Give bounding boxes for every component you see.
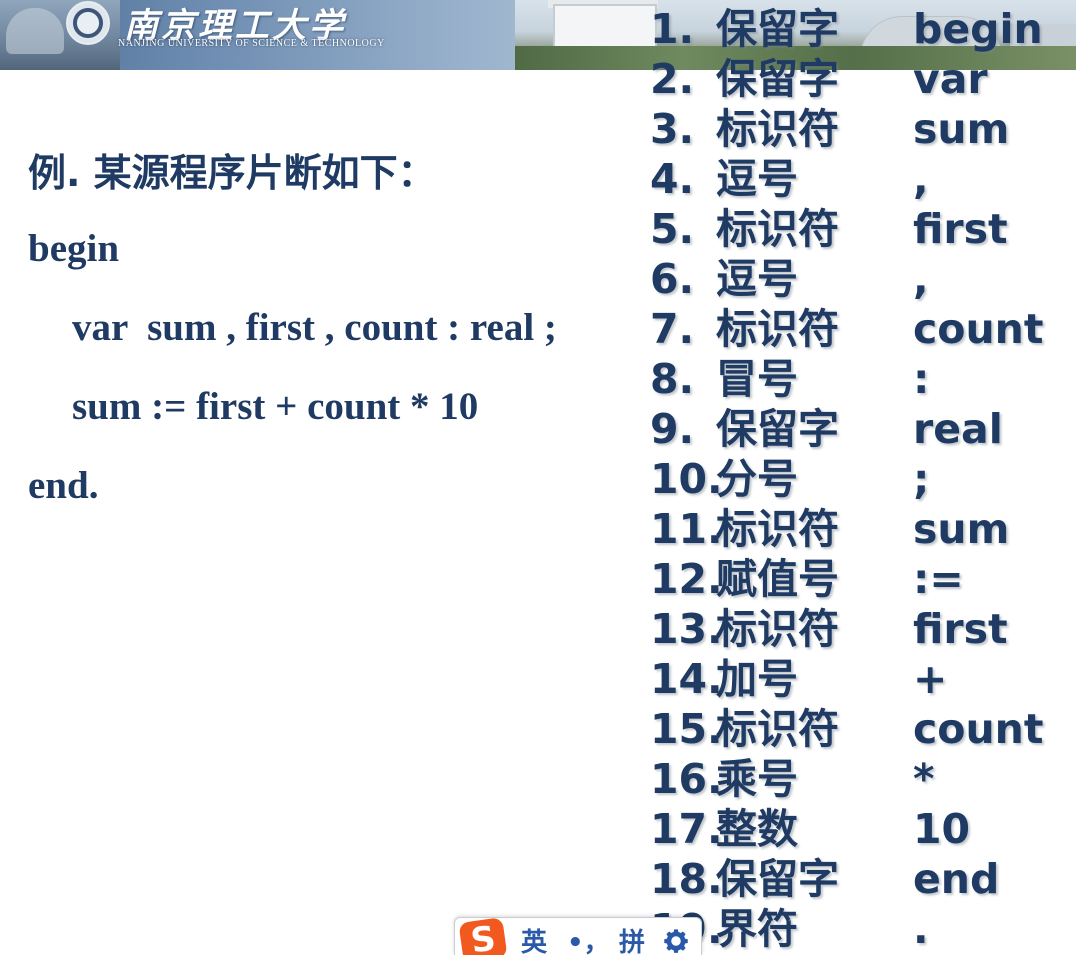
token-row: 5. 标识符 first [650,204,1076,254]
token-type: 逗号 [716,255,798,303]
token-type: 标识符 [716,305,839,353]
ime-input-mode[interactable]: 拼 [619,922,645,955]
token-number: 5. [650,205,695,253]
code-line: begin [28,227,120,270]
token-type: 逗号 [716,155,798,203]
token-type: 赋值号 [716,555,839,603]
token-type: 保留字 [716,5,839,53]
token-value: , [913,255,929,303]
example-heading: 例. 某源程序片断如下： [28,151,436,195]
token-type: 分号 [716,455,798,503]
token-value: + [913,655,948,703]
token-value: 10 [913,805,971,853]
token-row: 7. 标识符 count [650,304,1076,354]
token-value: := [913,555,964,603]
token-row: 11. 标识符 sum [650,504,1076,554]
token-row: 10. 分号; [650,454,1076,504]
token-type: 保留字 [716,405,839,453]
token-row: 19.界符. [650,904,1076,954]
token-value: first [913,605,1008,653]
token-value: . [913,905,929,953]
campus-gate-image [553,4,657,50]
token-type: 标识符 [716,705,839,753]
ime-language-toggle[interactable]: 英 [521,922,547,955]
token-type: 标识符 [716,105,839,153]
token-number: 6. [650,255,695,303]
token-number: 2. [650,55,695,103]
token-row: 16. 乘号 * [650,754,1076,804]
token-number: 12. [650,555,723,603]
token-row: 9. 保留字 real [650,404,1076,454]
token-number: 14. [650,655,723,703]
token-value: var [913,55,988,103]
token-value: count [913,305,1044,353]
token-row: 14. 加号 + [650,654,1076,704]
token-type: 界符 [716,905,798,953]
token-number: 17. [650,805,723,853]
sogou-logo-icon[interactable]: S [458,918,508,955]
token-number: 13. [650,605,723,653]
token-row: 13. 标识符 first [650,604,1076,654]
token-type: 乘号 [716,755,798,803]
token-type: 标识符 [716,505,839,553]
token-value: , [913,155,929,203]
token-row: 4. 逗号, [650,154,1076,204]
token-type: 标识符 [716,205,839,253]
token-number: 3. [650,105,695,153]
code-line: var sum , first , count : real ; [72,306,557,349]
token-value: end [913,855,1000,903]
token-type: 标识符 [716,605,839,653]
token-number: 8. [650,355,695,403]
token-value: sum [913,505,1010,553]
token-row: 1. 保留字 begin [650,4,1076,54]
token-value: real [913,405,1003,453]
token-type: 保留字 [716,855,839,903]
token-value: first [913,205,1008,253]
ime-toolbar[interactable]: S 英 •， 拼 [454,917,702,955]
university-crest-icon [66,1,110,45]
gear-icon[interactable] [661,926,691,955]
token-row: 15. 标识符 count [650,704,1076,754]
university-name-en: NANJING UNIVERSITY OF SCIENCE & TECHNOLO… [118,38,385,49]
token-type: 冒号 [716,355,798,403]
token-type: 整数 [716,805,798,853]
token-number: 9. [650,405,695,453]
token-value: sum [913,105,1010,153]
token-type: 保留字 [716,55,839,103]
token-row: 6. 逗号, [650,254,1076,304]
token-row: 3. 标识符 sum [650,104,1076,154]
token-number: 18. [650,855,723,903]
token-row: 2. 保留字 var [650,54,1076,104]
token-row: 17. 整数 10 [650,804,1076,854]
token-value: begin [913,5,1043,53]
token-row: 18. 保留字 end [650,854,1076,904]
token-value: ; [913,455,930,503]
code-line: end. [28,464,99,507]
token-number: 10. [650,455,723,503]
token-number: 4. [650,155,695,203]
code-line: sum := first + count * 10 [72,385,479,428]
token-number: 15. [650,705,723,753]
token-value: * [913,755,935,803]
token-row: 12. 赋值号 := [650,554,1076,604]
token-type: 加号 [716,655,798,703]
ime-punctuation-toggle[interactable]: •， [567,922,610,955]
token-number: 1. [650,5,695,53]
token-value: count [913,705,1044,753]
token-number: 16. [650,755,723,803]
token-number: 7. [650,305,695,353]
token-number: 11. [650,505,723,553]
token-row: 8. 冒号: [650,354,1076,404]
token-value: : [913,355,930,403]
